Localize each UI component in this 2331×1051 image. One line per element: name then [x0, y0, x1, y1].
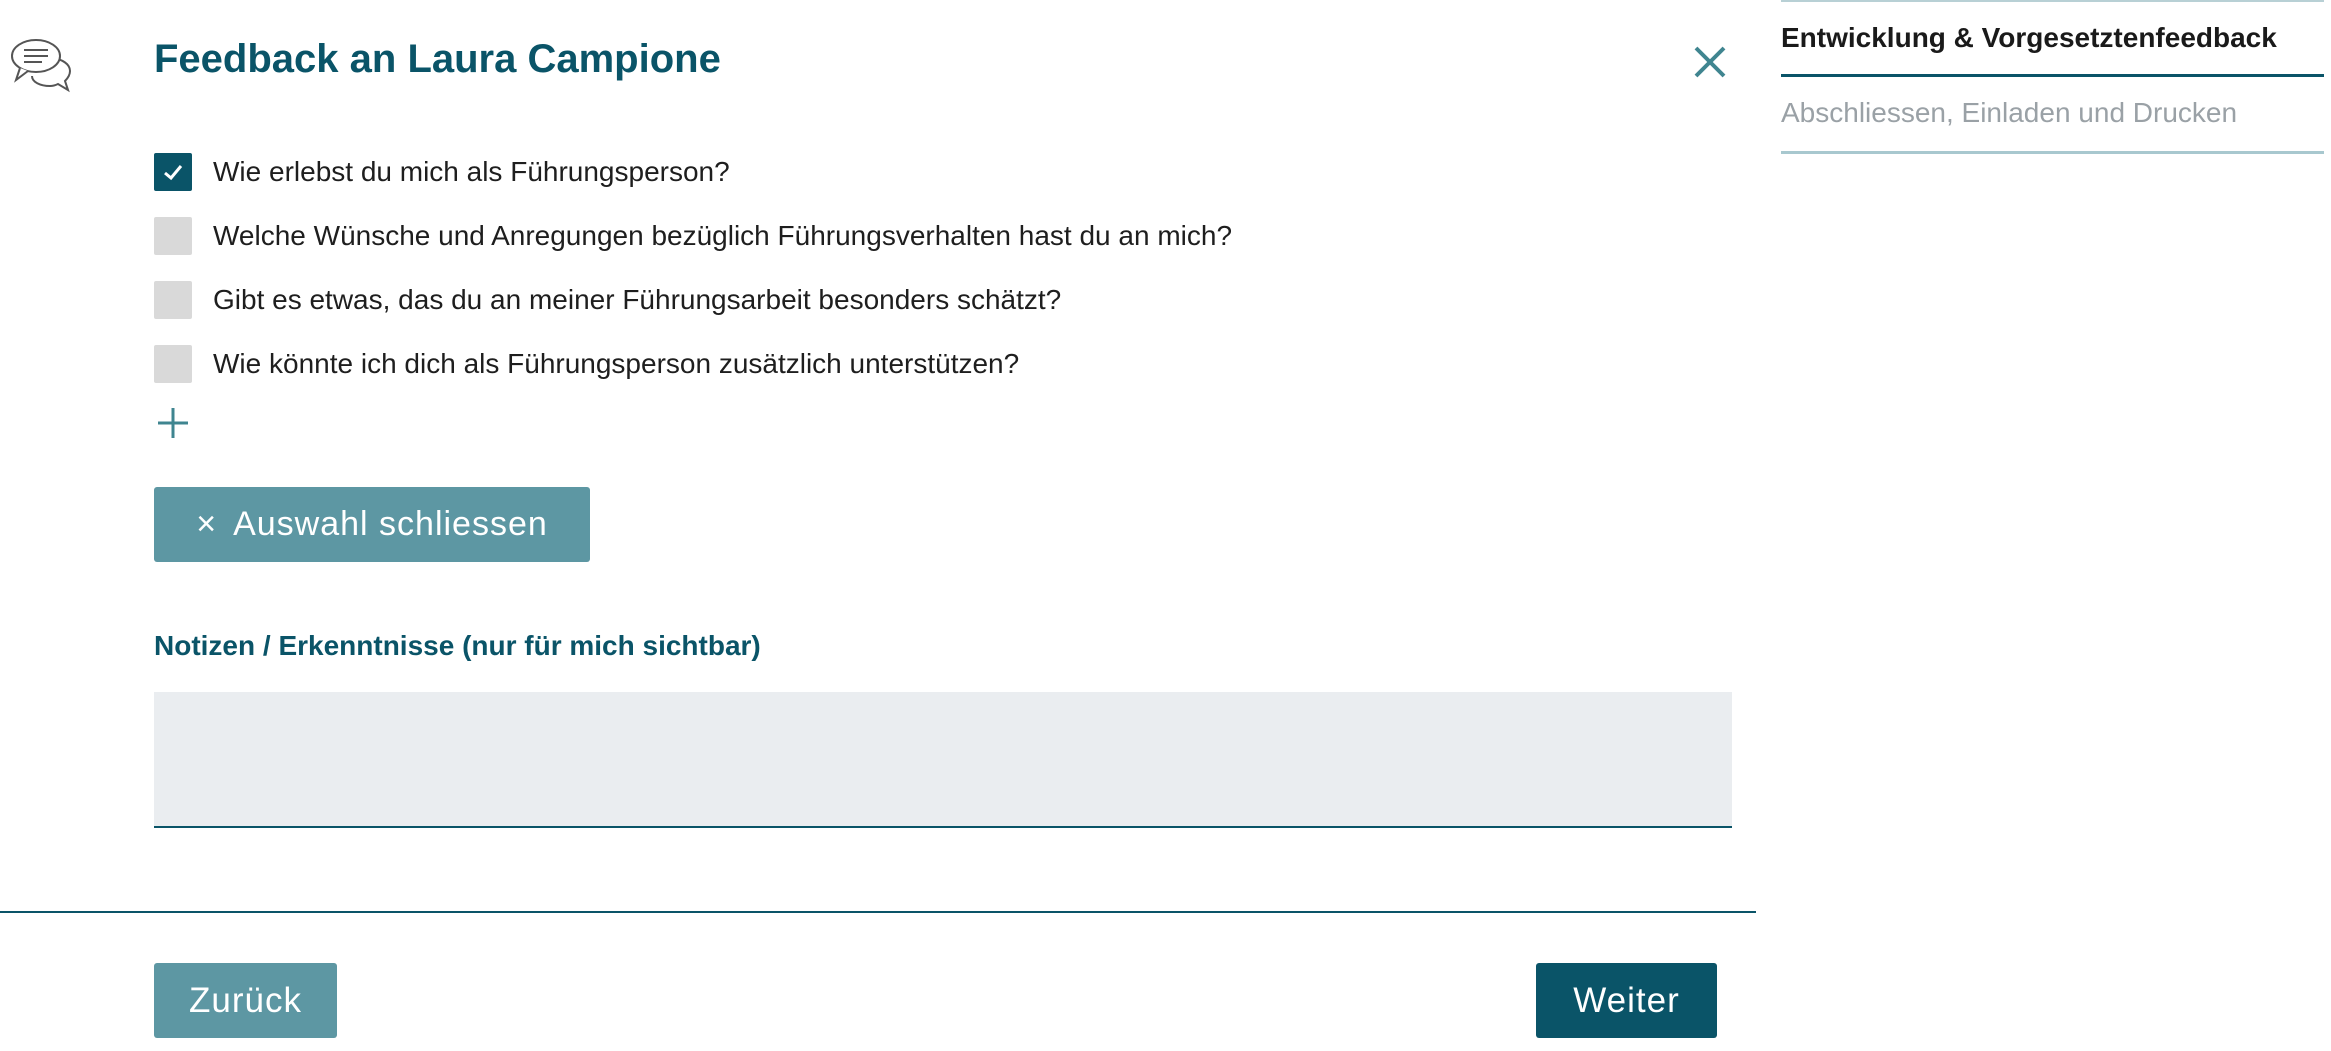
checkmark-icon [164, 165, 183, 181]
step-navigation: Entwicklung & Vorgesetztenfeedback Absch… [1781, 0, 2324, 154]
question-checkbox[interactable] [154, 345, 192, 383]
close-icon[interactable] [1690, 42, 1730, 82]
page-title: Feedback an Laura Campione [154, 37, 721, 81]
plus-icon[interactable] [156, 406, 190, 440]
step-label: Abschliessen, Einladen und Drucken [1781, 97, 2238, 128]
footer-divider [0, 911, 1756, 913]
question-label: Gibt es etwas, das du an meiner Führungs… [213, 284, 1062, 315]
step-label: Entwicklung & Vorgesetztenfeedback [1781, 22, 2277, 53]
question-item[interactable]: Welche Wünsche und Anregungen bezüglich … [154, 204, 1232, 268]
question-label: Wie könnte ich dich als Führungsperson z… [213, 348, 1020, 379]
back-button[interactable]: Zurück [154, 963, 337, 1038]
question-item[interactable]: Wie erlebst du mich als Führungsperson? [154, 140, 1232, 204]
close-selection-label: Auswahl schliessen [233, 505, 548, 543]
next-button[interactable]: Weiter [1536, 963, 1717, 1038]
question-checkbox[interactable] [154, 217, 192, 255]
close-selection-button[interactable]: × Auswahl schliessen [154, 487, 590, 562]
question-item[interactable]: Gibt es etwas, das du an meiner Führungs… [154, 268, 1232, 332]
chat-bubbles-icon [10, 36, 74, 98]
notes-label: Notizen / Erkenntnisse (nur für mich sic… [154, 630, 761, 661]
question-list: Wie erlebst du mich als Führungsperson? … [154, 136, 1232, 396]
question-item[interactable]: Wie könnte ich dich als Führungsperson z… [154, 332, 1232, 396]
question-checkbox[interactable] [154, 153, 192, 191]
notes-textarea[interactable] [154, 692, 1732, 828]
close-icon: × [196, 505, 218, 543]
step-item-development[interactable]: Entwicklung & Vorgesetztenfeedback [1781, 0, 2324, 77]
question-label: Wie erlebst du mich als Führungsperson? [213, 156, 730, 187]
question-label: Welche Wünsche und Anregungen bezüglich … [213, 220, 1233, 251]
question-checkbox[interactable] [154, 281, 192, 319]
step-item-finish[interactable]: Abschliessen, Einladen und Drucken [1781, 77, 2324, 154]
